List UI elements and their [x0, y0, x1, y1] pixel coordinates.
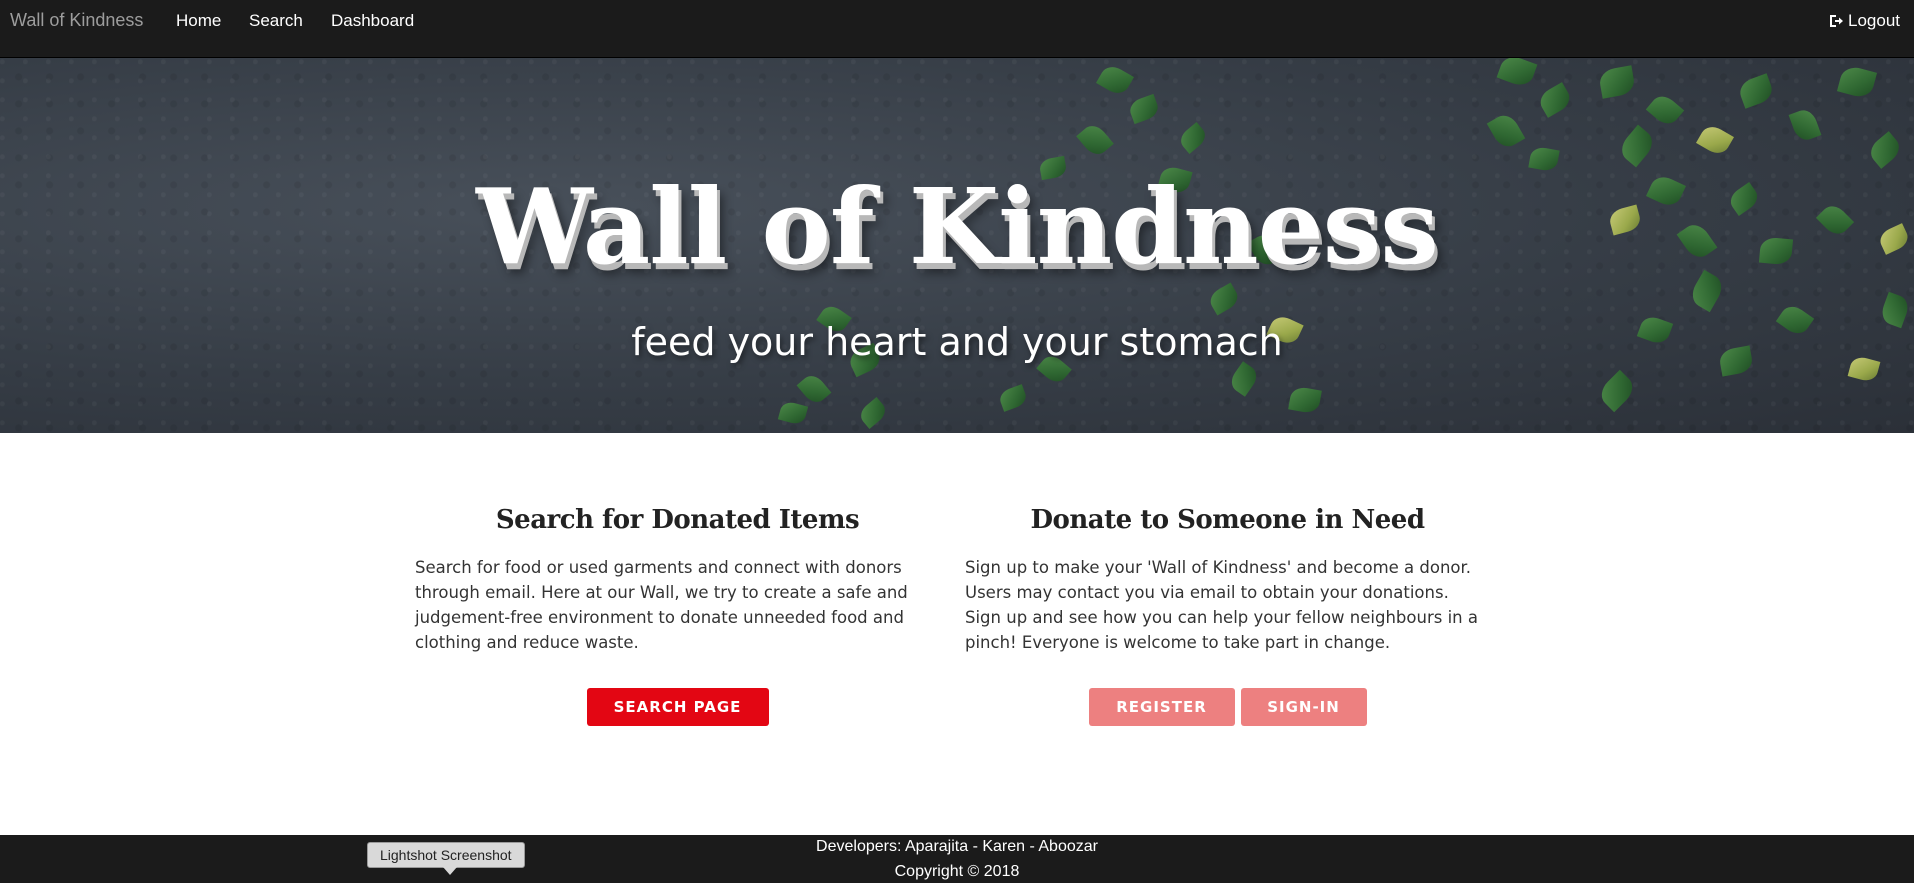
- page-footer: Developers: Aparajita - Karen - Aboozar …: [0, 835, 1914, 883]
- sign-in-button[interactable]: SIGN-IN: [1240, 688, 1367, 726]
- logout-label: Logout: [1848, 11, 1900, 30]
- donate-section-heading: Donate to Someone in Need: [1030, 505, 1425, 535]
- donate-section: Donate to Someone in Need Sign up to mak…: [965, 505, 1490, 726]
- logout-icon: [1830, 15, 1843, 27]
- top-navbar: Wall of Kindness Home Search Dashboard L…: [0, 0, 1914, 58]
- footer-developers: Developers: Aparajita - Karen - Aboozar: [816, 838, 1098, 855]
- nav-home-link[interactable]: Home: [176, 11, 221, 31]
- search-section-heading: Search for Donated Items: [495, 505, 860, 535]
- lightshot-tooltip: Lightshot Screenshot: [367, 842, 525, 875]
- search-section-buttons: SEARCH PAGE: [415, 688, 940, 726]
- nav-dashboard-link[interactable]: Dashboard: [331, 11, 414, 31]
- nav-search-link[interactable]: Search: [249, 11, 303, 31]
- logout-link[interactable]: Logout: [1828, 11, 1900, 31]
- hero-subtitle: feed your heart and your stomach: [631, 320, 1283, 364]
- donate-section-body: Sign up to make your 'Wall of Kindness' …: [965, 558, 1478, 652]
- hero-title: Wall of Kindness: [476, 165, 1439, 288]
- search-section-body: Search for food or used garments and con…: [415, 558, 908, 652]
- donate-section-buttons: REGISTER SIGN-IN: [965, 688, 1490, 726]
- brand-link[interactable]: Wall of Kindness: [10, 10, 143, 31]
- footer-copyright: Copyright © 2018: [894, 863, 1020, 880]
- hero-banner: Wall of Kindness feed your heart and you…: [0, 58, 1914, 433]
- search-page-button[interactable]: SEARCH PAGE: [586, 688, 769, 726]
- search-section: Search for Donated Items Search for food…: [415, 505, 940, 726]
- register-button[interactable]: REGISTER: [1088, 688, 1235, 726]
